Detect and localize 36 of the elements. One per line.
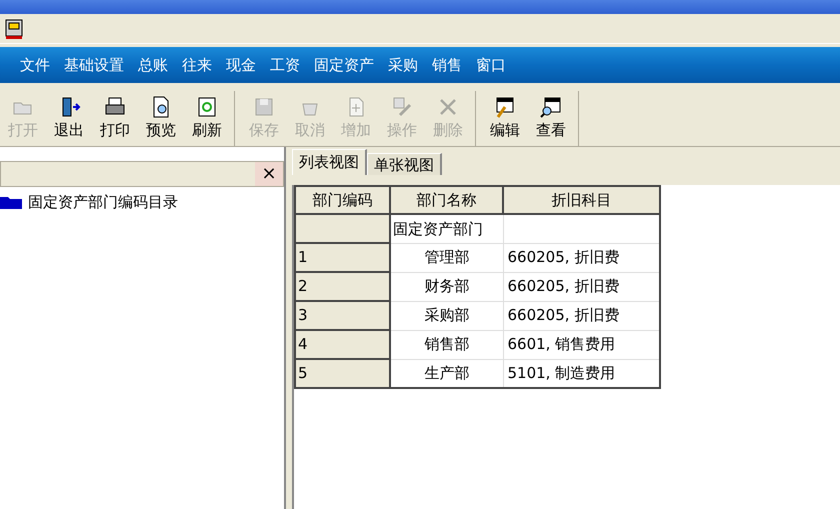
menu-item[interactable]: 往来	[182, 54, 212, 76]
row-header-cell: 3	[295, 301, 390, 330]
table-cell: 财务部	[390, 272, 503, 301]
tab[interactable]: 单张视图	[367, 153, 442, 175]
column-header: 部门名称	[390, 186, 503, 214]
table-cell: 销售部	[390, 330, 503, 359]
menu-item[interactable]: 总账	[138, 54, 168, 76]
menu-item[interactable]: 工资	[270, 54, 300, 76]
menu-item[interactable]: 现金	[226, 54, 256, 76]
toolbar-button[interactable]: 编辑	[482, 95, 528, 142]
view-icon	[539, 95, 563, 120]
close-button[interactable]: ×	[255, 162, 283, 186]
toolbar-button[interactable]: 打印	[92, 95, 138, 142]
menu-item[interactable]: 文件	[20, 54, 50, 76]
row-header-cell: 4	[295, 330, 390, 359]
folder-icon	[0, 195, 22, 210]
menu-item[interactable]: 采购	[388, 54, 418, 76]
table-cell: 采购部	[390, 301, 503, 330]
row-header-cell: 1	[295, 243, 390, 272]
column-header: 部门编码	[295, 186, 390, 214]
toolbar-button[interactable]: 退出	[46, 95, 92, 142]
table-cell: 固定资产部门	[390, 214, 503, 243]
tab[interactable]: 列表视图	[292, 149, 367, 175]
column-header: 折旧科目	[503, 186, 660, 214]
table-cell: 管理部	[390, 243, 503, 272]
row-header-cell: 2	[295, 272, 390, 301]
tree-item[interactable]: 固定资产部门编码目录	[28, 191, 178, 214]
toolbar-button[interactable]: 查看	[528, 95, 574, 142]
menu-item[interactable]: 窗口	[476, 54, 506, 76]
row-header-cell: 5	[295, 359, 390, 388]
toolbar-button[interactable]: 预览	[138, 95, 184, 142]
app-icon	[4, 18, 24, 40]
menu-item[interactable]: 基础设置	[64, 54, 124, 76]
menu-item[interactable]: 销售	[432, 54, 462, 76]
menu-item[interactable]: 固定资产	[314, 54, 374, 76]
toolbar-button[interactable]: 刷新	[184, 95, 230, 142]
